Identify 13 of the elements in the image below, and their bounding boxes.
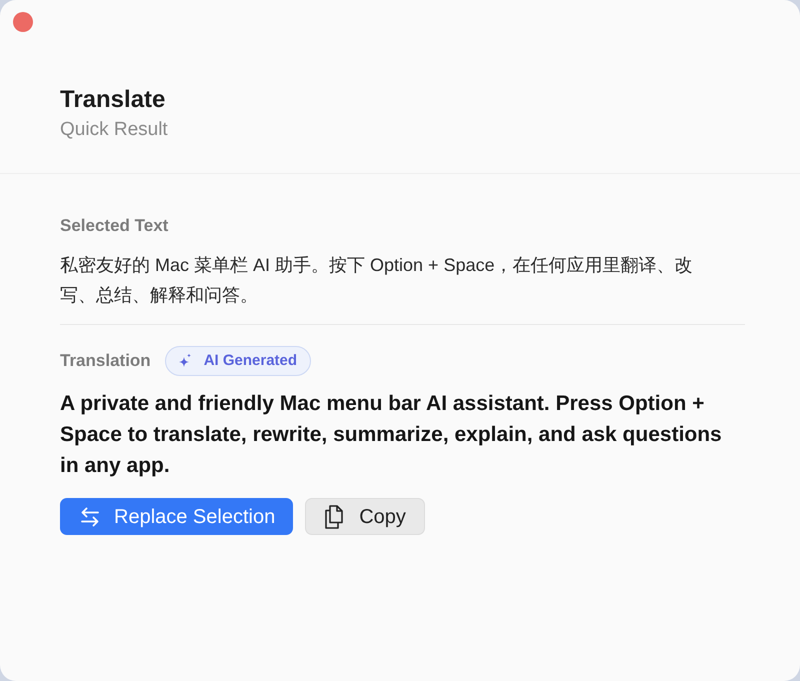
window-subtitle: Quick Result <box>60 118 169 142</box>
copy-button[interactable]: Copy <box>305 498 425 535</box>
section-label: Selected Text <box>60 216 170 236</box>
replace-selection-button[interactable]: Replace Selection <box>60 498 294 535</box>
window-title: Translate <box>60 86 166 114</box>
ai-generated-badge: AI Generated <box>164 346 312 376</box>
swap-arrows-icon <box>79 506 101 528</box>
copy-icon <box>324 504 344 528</box>
section-label: Translation <box>60 351 151 371</box>
selected-text: 私密友好的 Mac 菜单栏 AI 助手。按下 Option + Space，在任何应用里翻译、改写、总结、解释和问答。 <box>60 254 694 307</box>
close-button[interactable] <box>13 12 33 32</box>
translation-text: A private and friendly Mac menu bar AI assistant. Press Option + Space to translate, rewrite, summarize, explain, and ask questions in any app. <box>60 391 723 479</box>
sparkle-icon <box>178 353 192 369</box>
